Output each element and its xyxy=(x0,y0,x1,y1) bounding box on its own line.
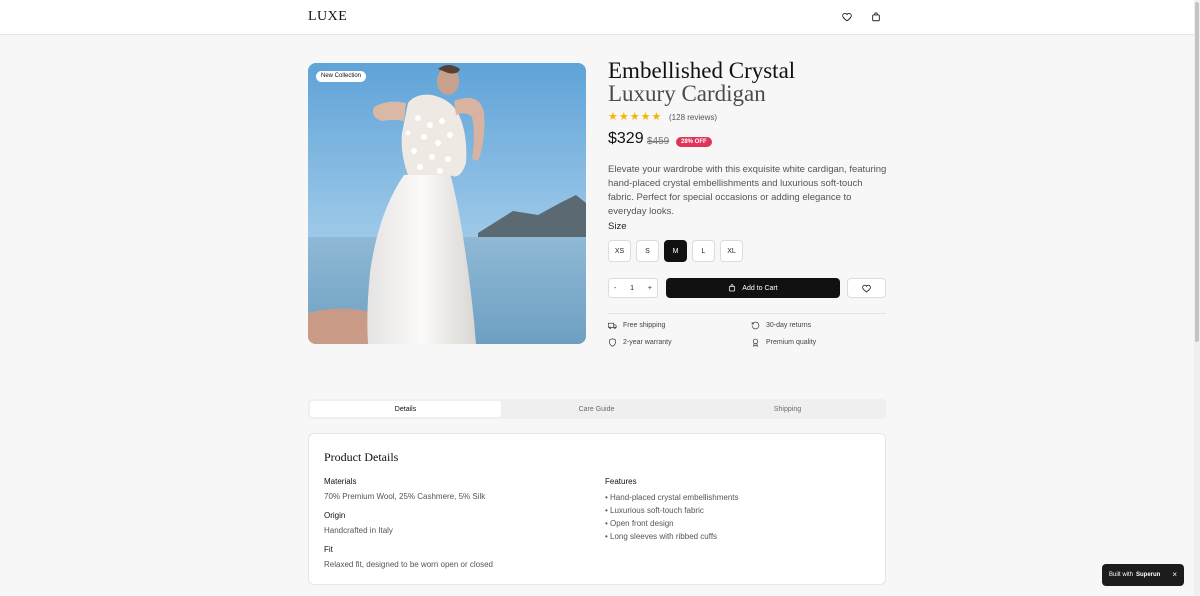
built-with-toast[interactable]: Built with Superun × xyxy=(1102,564,1184,586)
list-item: Open front design xyxy=(605,517,739,530)
feature-label: Premium quality xyxy=(766,339,817,346)
panel-title: Product Details xyxy=(324,450,399,464)
divider xyxy=(608,313,886,314)
product-tabs: Details Care Guide Shipping xyxy=(308,399,886,419)
tab-shipping[interactable]: Shipping xyxy=(692,401,883,417)
discount-badge: 28% OFF xyxy=(676,137,712,147)
scrollbar-thumb[interactable] xyxy=(1195,2,1199,342)
new-collection-badge: New Collection xyxy=(316,71,367,82)
feature-free-shipping: Free shipping xyxy=(608,321,665,330)
star-icon: ★ xyxy=(629,111,640,123)
star-icon: ★ xyxy=(618,111,629,123)
review-count[interactable]: (128 reviews) xyxy=(669,113,717,122)
logo[interactable]: LUXE xyxy=(308,9,347,25)
size-label: Size xyxy=(608,221,627,232)
product-image xyxy=(308,63,586,344)
feature-quality: Premium quality xyxy=(751,338,816,347)
tab-details[interactable]: Details xyxy=(310,401,501,417)
features-label: Features xyxy=(605,477,637,486)
star-icon: ★ xyxy=(608,111,618,123)
shield-icon xyxy=(609,338,616,347)
list-item: Hand-placed crystal embellishments xyxy=(605,491,739,504)
list-item: Long sleeves with ribbed cuffs xyxy=(605,530,739,543)
size-option-xs[interactable]: XS xyxy=(608,240,631,262)
quantity-increase-button[interactable]: + xyxy=(648,285,652,292)
product-subtitle: Luxury Cardigan xyxy=(608,81,766,106)
heart-icon xyxy=(862,284,871,292)
feature-label: 30-day returns xyxy=(766,322,812,329)
add-to-wishlist-button[interactable] xyxy=(847,278,886,298)
origin-label: Origin xyxy=(324,511,346,520)
quantity-decrease-button[interactable]: - xyxy=(614,285,616,292)
award-icon xyxy=(752,338,759,347)
feature-warranty: 2-year warranty xyxy=(608,338,672,347)
product-details-panel: Product Details Materials 70% Premium Wo… xyxy=(308,433,886,585)
feature-label: 2-year warranty xyxy=(623,339,672,346)
quantity-stepper: - 1 + xyxy=(608,278,658,298)
feature-label: Free shipping xyxy=(623,322,666,329)
toast-brand: Superun xyxy=(1136,572,1161,578)
scrollbar[interactable] xyxy=(1194,0,1200,596)
materials-value: 70% Premium Wool, 25% Cashmere, 5% Silk xyxy=(324,492,486,501)
fit-label: Fit xyxy=(324,545,333,554)
materials-label: Materials xyxy=(324,477,357,486)
rating-stars: ★ ★ ★ ★ ★ xyxy=(608,112,661,123)
price: $329 xyxy=(608,130,644,147)
close-icon[interactable]: × xyxy=(1172,570,1177,579)
old-price: $459 xyxy=(647,136,670,147)
star-icon: ★ xyxy=(640,111,651,123)
toast-prefix: Built with xyxy=(1109,572,1134,578)
add-to-cart-label: Add to Cart xyxy=(742,284,778,292)
tab-care-guide[interactable]: Care Guide xyxy=(501,401,692,417)
product-title: Embellished Crystal xyxy=(608,58,796,83)
origin-value: Handcrafted in Italy xyxy=(324,526,393,535)
features-list: Hand-placed crystal embellishments Luxur… xyxy=(605,491,739,543)
truck-icon xyxy=(608,322,617,329)
site-header: LUXE xyxy=(0,0,1194,35)
size-option-s[interactable]: S xyxy=(636,240,659,262)
shopping-bag-icon xyxy=(729,284,736,292)
size-selector: XS S M L XL xyxy=(608,240,743,262)
shopping-bag-icon[interactable] xyxy=(870,11,882,23)
product-description: Elevate your wardrobe with this exquisit… xyxy=(608,164,887,217)
star-icon: ★ xyxy=(651,111,662,123)
heart-icon[interactable] xyxy=(841,11,853,23)
fit-value: Relaxed fit, designed to be worn open or… xyxy=(324,560,493,569)
rotate-icon xyxy=(751,321,760,330)
size-option-m[interactable]: M xyxy=(664,240,687,262)
size-option-l[interactable]: L xyxy=(692,240,715,262)
size-option-xl[interactable]: XL xyxy=(720,240,743,262)
add-to-cart-button[interactable]: Add to Cart xyxy=(666,278,840,298)
list-item: Luxurious soft-touch fabric xyxy=(605,504,739,517)
quantity-value[interactable]: 1 xyxy=(630,285,634,292)
feature-returns: 30-day returns xyxy=(751,321,811,330)
